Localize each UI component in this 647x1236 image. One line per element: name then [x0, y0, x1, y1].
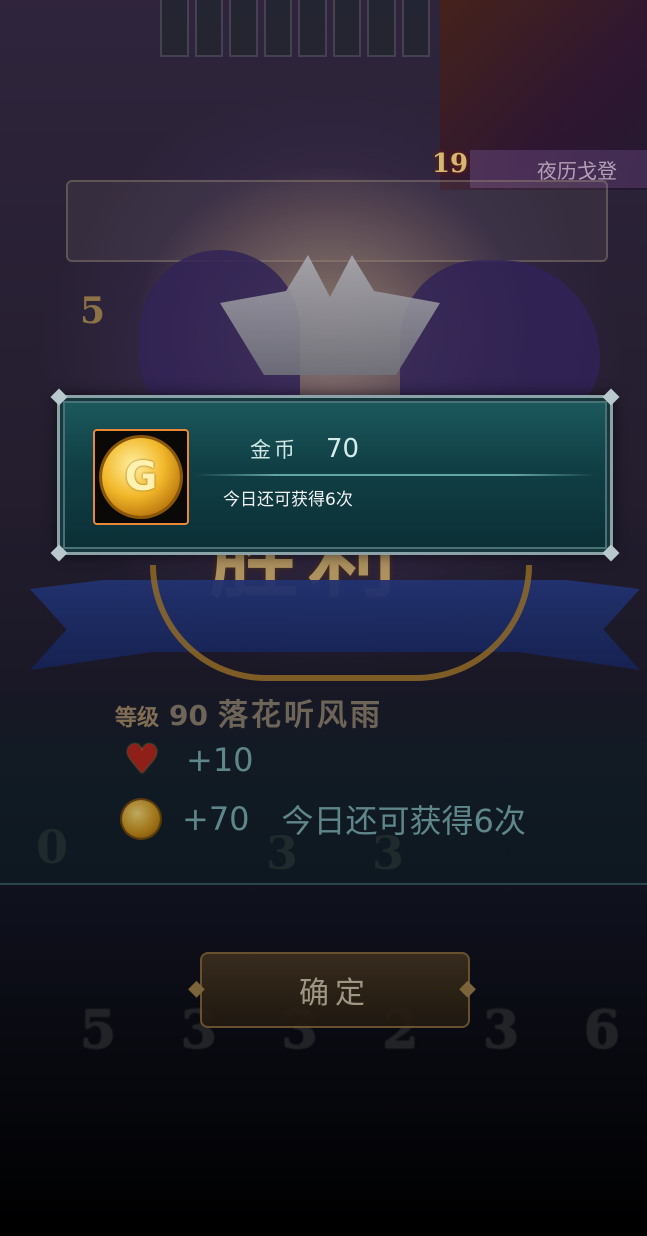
reward-popup[interactable]: G 金币 70 今日还可获得6次 [50, 388, 620, 562]
popup-daily-note: 今日还可获得6次 [223, 490, 353, 510]
gold-coin-icon: G [102, 438, 180, 516]
popup-divider [195, 474, 595, 476]
item-row: 金币 70 [250, 434, 359, 464]
item-name: 金币 [250, 438, 298, 462]
modal-dim-overlay[interactable] [0, 0, 647, 1236]
item-icon-frame: G [93, 429, 189, 525]
item-amount: 70 [326, 434, 360, 464]
